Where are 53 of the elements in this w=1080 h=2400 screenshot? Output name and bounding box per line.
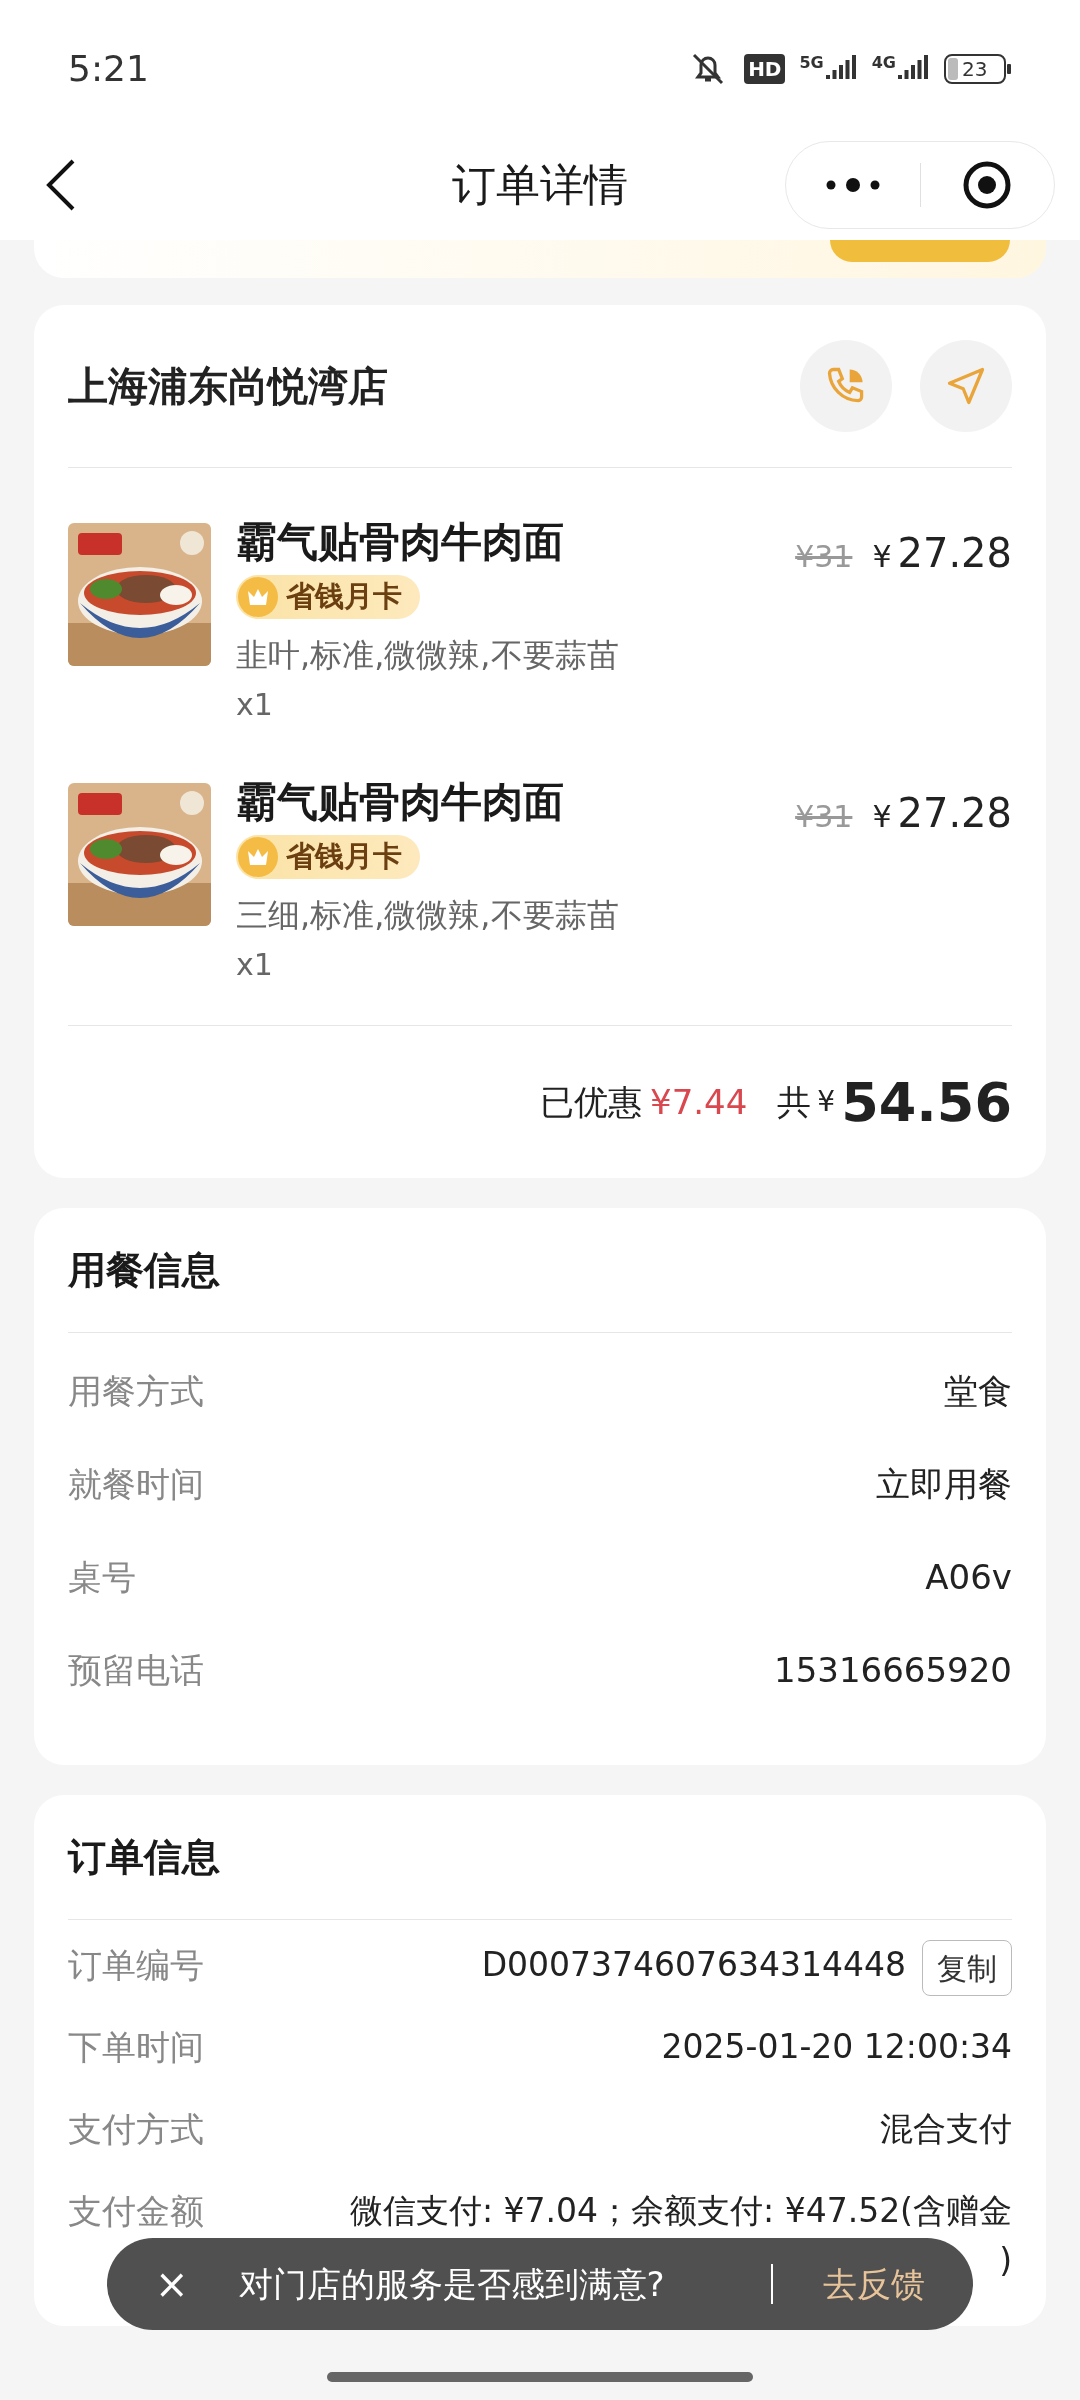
info-label: 支付金额 [68, 2190, 204, 2233]
info-label: 支付方式 [68, 2108, 204, 2151]
info-label: 用餐方式 [68, 1370, 204, 1413]
page-title: 订单详情 [452, 158, 628, 212]
total-currency: ¥ [817, 1084, 836, 1120]
section-title: 订单信息 [68, 1833, 220, 1881]
network-label: 5G [799, 55, 824, 71]
info-value: 2025-01-20 12:00:34 [661, 2026, 1012, 2068]
total-amount: 54.56 [841, 1069, 1012, 1136]
info-value: 混合支付 [880, 2108, 1012, 2150]
dish-quantity: x1 [236, 946, 274, 984]
feedback-question: 对门店的服务是否感到满意? [238, 2262, 665, 2306]
more-icon[interactable] [825, 178, 880, 192]
info-label: 下单时间 [68, 2026, 204, 2069]
info-value: 微信支付: ¥7.04；余额支付: ¥47.52(含赠金 [349, 2190, 1012, 2232]
info-label: 就餐时间 [68, 1463, 204, 1506]
membership-badge: 省钱月卡 [236, 575, 420, 619]
battery-level: 23 [962, 59, 988, 79]
membership-badge: 省钱月卡 [236, 835, 420, 879]
discount-amount: ¥7.44 [650, 1080, 748, 1124]
section-title: 用餐信息 [68, 1246, 220, 1294]
dish-options: 三细,标准,微微辣,不要蒜苗 [236, 893, 619, 937]
dish-price: ¥27.28 [872, 529, 1012, 578]
battery-icon [944, 54, 1012, 84]
close-mini-program-icon[interactable] [962, 160, 1013, 210]
total-label: 共 [777, 1080, 812, 1124]
dish-price: ¥27.28 [872, 789, 1012, 838]
store-name: 上海浦东尚悦湾店 [68, 362, 388, 411]
dish-name: 霸气贴骨肉牛肉面 [236, 517, 565, 567]
dish-options: 韭叶,标准,微微辣,不要蒜苗 [236, 633, 619, 677]
info-value: 15316665920 [774, 1649, 1012, 1692]
dish-quantity: x1 [236, 686, 274, 724]
info-label: 订单编号 [68, 1944, 204, 1987]
network-label: 4G [871, 55, 896, 71]
info-value: D0007374607634314448 [481, 1944, 906, 1986]
info-label: 预留电话 [68, 1649, 204, 1692]
info-value: A06v [925, 1556, 1012, 1599]
crown-icon [246, 847, 270, 867]
discount-label: 已优惠 [540, 1080, 642, 1124]
hd-badge: HD [744, 54, 786, 84]
info-label: 桌号 [68, 1556, 136, 1599]
original-price: ¥31 [795, 798, 853, 836]
crown-icon [246, 587, 270, 607]
info-value: 立即用餐 [876, 1463, 1012, 1506]
dish-name: 霸气贴骨肉牛肉面 [236, 777, 565, 827]
status-time: 5:21 [68, 47, 149, 91]
original-price: ¥31 [795, 538, 853, 576]
info-value: ) [999, 2240, 1012, 2282]
info-value: 堂食 [944, 1370, 1012, 1413]
back-icon[interactable] [45, 158, 77, 212]
close-button[interactable]: × [155, 2264, 189, 2304]
copy-button[interactable]: 复制 [922, 1940, 1012, 1996]
feedback-link[interactable]: 去反馈 [823, 2258, 925, 2310]
